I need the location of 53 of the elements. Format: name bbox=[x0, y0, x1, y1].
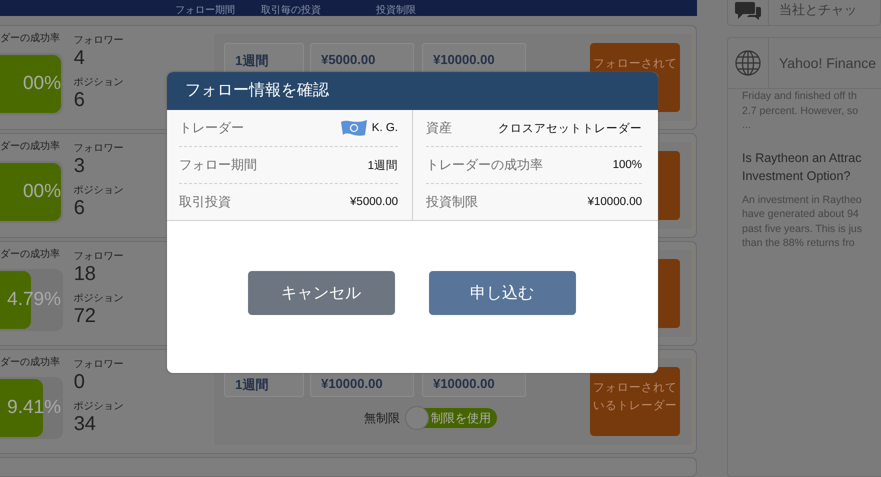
positions-label: ポジション bbox=[74, 292, 124, 305]
news-headline[interactable]: Is Raytheon an Attrac Investment Option? bbox=[742, 148, 881, 184]
info-value: 1週間 bbox=[368, 158, 398, 172]
chat-bubble-icon bbox=[735, 2, 761, 20]
column-heading: 取引毎の投資 bbox=[261, 4, 321, 17]
info-value: クロスアセットトレーダー bbox=[498, 122, 642, 136]
followers-label: フォロワー bbox=[74, 142, 124, 155]
positions-count: 34 bbox=[74, 413, 96, 435]
followers-count: 4 bbox=[74, 47, 85, 69]
followers-count: 3 bbox=[74, 155, 85, 177]
info-label: フォロー期間 bbox=[179, 156, 257, 174]
limit-toggle[interactable]: 制限を使用 bbox=[406, 408, 498, 428]
info-value: ¥5000.00 bbox=[350, 196, 398, 208]
positions-label: ポジション bbox=[74, 76, 124, 89]
positions-label: ポジション bbox=[74, 400, 124, 413]
followers-label: フォロワー bbox=[74, 250, 124, 263]
positions-label: ポジション bbox=[74, 184, 124, 197]
success-rate-label: ダーの成功率 bbox=[0, 356, 61, 369]
positions-count: 6 bbox=[74, 89, 85, 111]
info-value: 100% bbox=[612, 159, 642, 171]
info-label: トレーダー bbox=[179, 119, 244, 137]
followers-count: 0 bbox=[74, 371, 85, 393]
followers-label: フォロワー bbox=[74, 358, 124, 371]
info-label: 資産 bbox=[426, 119, 452, 137]
followers-count: 18 bbox=[74, 263, 96, 285]
info-value: K. G. bbox=[372, 122, 398, 134]
setting-field[interactable]: ¥10000.00 bbox=[422, 43, 526, 73]
dialog-title: フォロー情報を確認 bbox=[167, 72, 658, 110]
setting-field[interactable]: 1週間 bbox=[224, 43, 304, 73]
cancel-button[interactable]: キャンセル bbox=[248, 271, 394, 315]
success-rate-label: ダーの成功率 bbox=[0, 32, 61, 45]
column-heading: フォロー期間 bbox=[175, 4, 235, 17]
info-value: ¥10000.00 bbox=[588, 196, 642, 208]
followers-label: フォロワー bbox=[74, 34, 124, 47]
success-rate-value: 00% bbox=[22, 181, 62, 203]
positions-count: 6 bbox=[74, 197, 85, 219]
chat-panel[interactable]: 当社とチャッ bbox=[727, 0, 881, 26]
positions-count: 72 bbox=[74, 305, 96, 327]
info-label: トレーダーの成功率 bbox=[426, 156, 543, 174]
info-label: 投資制限 bbox=[426, 193, 478, 211]
followed-trader-button[interactable]: フォローされて いるトレーダー bbox=[590, 367, 680, 436]
apply-button[interactable]: 申し込む bbox=[428, 271, 576, 315]
unlimited-label: 無制限 bbox=[364, 410, 400, 426]
chat-label: 当社とチャッ bbox=[778, 1, 857, 19]
success-rate-value: 00% bbox=[22, 73, 62, 95]
news-source-title: Yahoo! Finance bbox=[778, 55, 876, 71]
success-rate-label: ダーの成功率 bbox=[0, 140, 61, 153]
info-label: 取引投資 bbox=[179, 193, 231, 211]
setting-field[interactable]: ¥5000.00 bbox=[310, 43, 414, 73]
flag-icon bbox=[340, 118, 368, 138]
globe-icon bbox=[735, 50, 761, 76]
success-rate-label: ダーの成功率 bbox=[0, 248, 61, 261]
column-heading: 投資制限 bbox=[376, 4, 416, 17]
